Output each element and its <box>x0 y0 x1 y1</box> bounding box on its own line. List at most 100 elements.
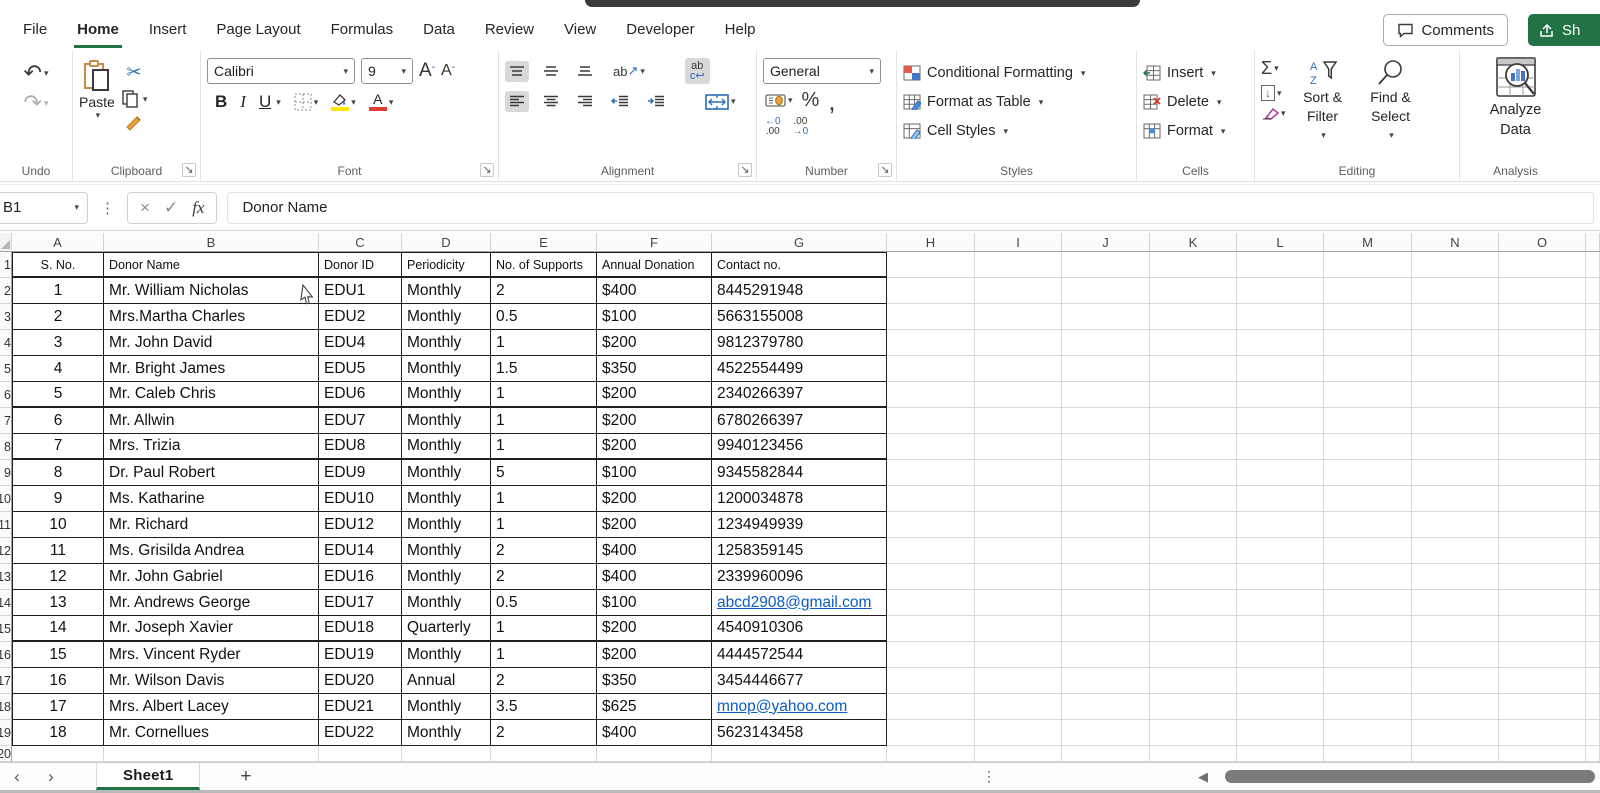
cell[interactable] <box>1150 668 1237 694</box>
cell[interactable] <box>1412 356 1499 382</box>
cell[interactable] <box>1499 694 1586 720</box>
cell[interactable]: Dr. Paul Robert <box>104 460 319 486</box>
cell[interactable]: 2 <box>491 668 597 694</box>
cell[interactable] <box>1237 564 1324 590</box>
cell[interactable] <box>1062 512 1150 538</box>
comments-button[interactable]: Comments <box>1383 14 1508 46</box>
row-header-18[interactable]: 18 <box>0 694 12 720</box>
cell[interactable] <box>975 694 1062 720</box>
cell[interactable] <box>887 720 975 746</box>
cell[interactable]: 3 <box>12 330 104 356</box>
column-header-G[interactable]: G <box>712 233 887 252</box>
cell[interactable] <box>975 746 1062 762</box>
cell[interactable] <box>1412 382 1499 408</box>
cell[interactable] <box>1324 356 1412 382</box>
cell[interactable]: Monthly <box>402 278 491 304</box>
cell[interactable]: 1 <box>12 278 104 304</box>
cell[interactable] <box>887 252 975 278</box>
cell[interactable]: Monthly <box>402 564 491 590</box>
cell[interactable] <box>1586 720 1600 746</box>
cell[interactable]: Monthly <box>402 694 491 720</box>
cell[interactable]: $400 <box>597 278 712 304</box>
cell[interactable]: $350 <box>597 356 712 382</box>
cell[interactable] <box>1150 252 1237 278</box>
cell[interactable]: Contact no. <box>712 252 887 278</box>
cell[interactable]: $200 <box>597 408 712 434</box>
cell[interactable] <box>1586 616 1600 642</box>
cell[interactable]: Monthly <box>402 434 491 460</box>
cell[interactable]: 11 <box>12 538 104 564</box>
column-header-I[interactable]: I <box>975 233 1062 252</box>
cell[interactable]: Monthly <box>402 330 491 356</box>
cell[interactable] <box>597 746 712 762</box>
sheet-tab-sheet1[interactable]: Sheet1 <box>96 763 201 790</box>
cell[interactable]: 6780266397 <box>712 408 887 434</box>
tab-view[interactable]: View <box>549 15 611 44</box>
cell[interactable] <box>1499 356 1586 382</box>
cell[interactable]: 0.5 <box>491 590 597 616</box>
cell[interactable]: EDU7 <box>319 408 402 434</box>
cell[interactable] <box>887 408 975 434</box>
row-header-1[interactable]: 1 <box>0 252 12 278</box>
column-header-H[interactable]: H <box>887 233 975 252</box>
cell[interactable] <box>1324 642 1412 668</box>
cell[interactable] <box>104 746 319 762</box>
clear-button[interactable]: ▾ <box>1261 107 1286 120</box>
cell[interactable]: EDU1 <box>319 278 402 304</box>
cell[interactable] <box>887 434 975 460</box>
cell[interactable]: Mrs. Albert Lacey <box>104 694 319 720</box>
cell[interactable] <box>1412 616 1499 642</box>
cell[interactable] <box>1586 564 1600 590</box>
cell[interactable] <box>1412 434 1499 460</box>
cell[interactable] <box>1586 304 1600 330</box>
row-header-8[interactable]: 8 <box>0 434 12 460</box>
cell[interactable] <box>1586 252 1600 278</box>
cell[interactable] <box>1062 616 1150 642</box>
row-header-20[interactable]: 20 <box>0 746 12 762</box>
cell[interactable] <box>1324 278 1412 304</box>
conditional-formatting-button[interactable]: Conditional Formatting ▾ <box>903 60 1130 86</box>
cell[interactable] <box>887 538 975 564</box>
cell[interactable]: 1 <box>491 486 597 512</box>
column-header-N[interactable]: N <box>1412 233 1499 252</box>
cell[interactable] <box>1150 382 1237 408</box>
cell[interactable] <box>1237 304 1324 330</box>
prev-sheet-icon[interactable]: ‹ <box>0 767 34 787</box>
cell[interactable] <box>887 382 975 408</box>
add-sheet-icon[interactable]: + <box>240 766 251 788</box>
cell[interactable] <box>1062 356 1150 382</box>
cell[interactable] <box>1062 642 1150 668</box>
font-size-select[interactable]: 9 ▾ <box>361 58 413 84</box>
cell[interactable]: Monthly <box>402 538 491 564</box>
cell[interactable] <box>1150 538 1237 564</box>
column-header-B[interactable]: B <box>104 233 319 252</box>
cell[interactable] <box>1150 642 1237 668</box>
cell[interactable] <box>1150 616 1237 642</box>
cell[interactable] <box>1324 304 1412 330</box>
cell[interactable] <box>1237 668 1324 694</box>
cell[interactable] <box>1586 382 1600 408</box>
cell[interactable]: 0.5 <box>491 304 597 330</box>
cell[interactable] <box>1062 252 1150 278</box>
clipboard-dialog-launcher[interactable]: ↘ <box>182 163 196 177</box>
cell[interactable]: $200 <box>597 616 712 642</box>
row-header-6[interactable]: 6 <box>0 382 12 408</box>
cell[interactable] <box>1150 564 1237 590</box>
cell-styles-button[interactable]: Cell Styles ▾ <box>903 118 1130 144</box>
cell[interactable] <box>1237 278 1324 304</box>
tab-home[interactable]: Home <box>62 15 134 48</box>
cell[interactable] <box>1324 434 1412 460</box>
cell[interactable] <box>1412 304 1499 330</box>
decrease-indent-button[interactable] <box>607 91 633 112</box>
cell[interactable] <box>975 564 1062 590</box>
cell[interactable]: 1.5 <box>491 356 597 382</box>
cell[interactable] <box>1237 356 1324 382</box>
increase-indent-button[interactable] <box>643 91 669 112</box>
row-header-10[interactable]: 10 <box>0 486 12 512</box>
cell[interactable] <box>1062 304 1150 330</box>
cell[interactable] <box>1237 460 1324 486</box>
cell[interactable] <box>1237 330 1324 356</box>
cell[interactable] <box>1150 720 1237 746</box>
cell[interactable] <box>1586 278 1600 304</box>
cell[interactable] <box>1324 590 1412 616</box>
